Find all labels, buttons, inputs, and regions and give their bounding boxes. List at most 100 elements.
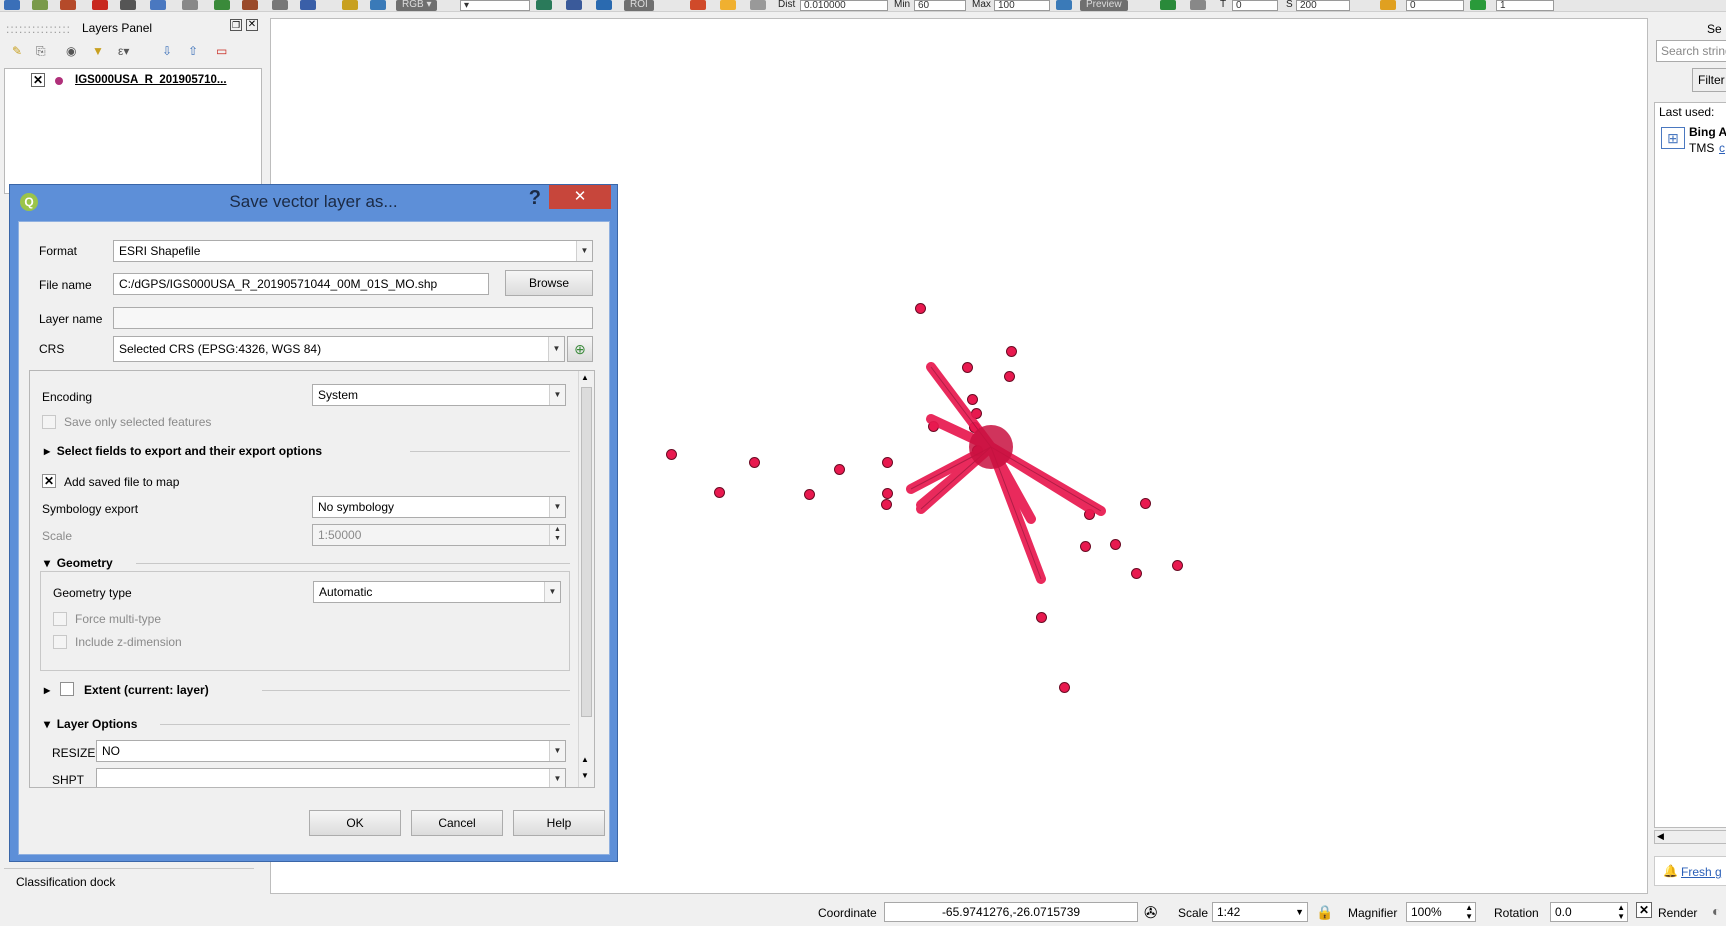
close-icon[interactable]: ✕: [246, 19, 258, 31]
add-saved-checkbox[interactable]: ✕: [42, 474, 56, 488]
search-input[interactable]: Search string: [1656, 40, 1726, 62]
chevron-down-icon[interactable]: ▼: [549, 741, 565, 761]
visibility-icon[interactable]: ◉: [66, 44, 76, 58]
scroll-thumb[interactable]: [581, 387, 592, 717]
chevron-down-icon[interactable]: ▼: [549, 385, 565, 405]
layer-options-section[interactable]: ▾ Layer Options: [44, 717, 137, 731]
extent-checkbox[interactable]: [60, 682, 74, 696]
crs-combo[interactable]: Selected CRS (EPSG:4326, WGS 84) ▼: [113, 336, 565, 362]
close-button[interactable]: ✕: [549, 185, 611, 209]
format-combo[interactable]: ESRI Shapefile ▼: [113, 240, 593, 262]
shpt-combo[interactable]: ▼: [96, 768, 566, 787]
options-scroll-area[interactable]: Encoding System ▼ Save only selected feat…: [29, 370, 595, 788]
filename-input[interactable]: C:/dGPS/IGS000USA_R_20190571044_00M_01S_…: [113, 273, 489, 295]
signature-icon[interactable]: [536, 0, 552, 10]
tab-classification-dock[interactable]: Classification dock: [16, 875, 115, 889]
cancel-button[interactable]: Cancel: [411, 810, 503, 836]
crs-select-button[interactable]: ⊕: [567, 336, 593, 362]
ok-button[interactable]: OK: [309, 810, 401, 836]
magnifier-field[interactable]: 100% ▲ ▼: [1406, 902, 1476, 922]
field2-input[interactable]: 1: [1496, 0, 1554, 11]
scroll-left-icon[interactable]: ◀: [1657, 831, 1664, 842]
layer-icon[interactable]: [4, 0, 20, 10]
expression-icon[interactable]: ε▾: [118, 44, 129, 58]
force-multi-checkbox[interactable]: [53, 612, 67, 626]
chevron-down-icon[interactable]: ▼: [544, 582, 560, 602]
classify-icon[interactable]: [1160, 0, 1176, 10]
dist-input[interactable]: 0.010000: [800, 0, 888, 11]
vertical-scrollbar[interactable]: ▲ ▲ ▼: [578, 371, 594, 787]
messages-icon[interactable]: ◐: [1712, 903, 1720, 919]
rotation-field[interactable]: 0.0 ▲ ▼: [1550, 902, 1628, 922]
symbology-combo[interactable]: No symbology ▼: [312, 496, 566, 518]
scale-input[interactable]: 1:50000 ▲ ▼: [312, 524, 566, 546]
help-button[interactable]: Help: [513, 810, 605, 836]
layer-visibility-checkbox[interactable]: ✕: [31, 73, 45, 87]
s-input[interactable]: 200: [1296, 0, 1350, 11]
geometry-section[interactable]: ▾ Geometry: [44, 556, 113, 570]
mouse-icon[interactable]: ✇: [1144, 903, 1157, 923]
list-icon[interactable]: [272, 0, 288, 10]
zoom-icon[interactable]: [370, 0, 386, 10]
scroll-down-icon[interactable]: ▼: [581, 771, 589, 780]
table-export-icon[interactable]: [1380, 0, 1396, 10]
rgb-button[interactable]: RGB ▾: [396, 0, 438, 11]
scroll-up-icon-2[interactable]: ▲: [581, 755, 589, 764]
collapse-icon[interactable]: ⇧: [188, 44, 198, 58]
remove-layer-icon[interactable]: ▭: [216, 44, 227, 58]
add-icon[interactable]: [720, 0, 736, 10]
filter-icon[interactable]: ▼: [92, 44, 104, 58]
geometry-type-combo[interactable]: Automatic ▼: [313, 581, 561, 603]
include-z-checkbox[interactable]: [53, 635, 67, 649]
save-selected-checkbox[interactable]: [42, 415, 56, 429]
band-combo[interactable]: ▾: [460, 0, 530, 11]
rotation-spinner-icon[interactable]: ▲ ▼: [1617, 903, 1625, 921]
chevron-down-icon[interactable]: ▼: [1295, 903, 1304, 921]
field1-input[interactable]: 0: [1406, 0, 1464, 11]
vector-icon[interactable]: [60, 0, 76, 10]
render-checkbox[interactable]: ✕: [1636, 902, 1652, 918]
globe-icon[interactable]: [300, 0, 316, 10]
lock-icon[interactable]: 🔒: [1316, 904, 1333, 921]
roi-draw-icon[interactable]: [690, 0, 706, 10]
resize-combo[interactable]: NO ▼: [96, 740, 566, 762]
max-input[interactable]: 100: [994, 0, 1050, 11]
float-icon[interactable]: ❐: [230, 19, 242, 31]
raster-icon[interactable]: [32, 0, 48, 10]
roi-button[interactable]: ROI: [624, 0, 654, 11]
preview-button[interactable]: Preview: [1080, 0, 1128, 11]
fresh-link[interactable]: Fresh g: [1681, 865, 1722, 879]
add-group-icon[interactable]: ⎘: [36, 44, 46, 59]
scale-combo[interactable]: 1:42 ▼: [1212, 902, 1308, 922]
chevron-down-icon[interactable]: ▼: [548, 337, 564, 361]
spinner-icon[interactable]: ▲ ▼: [549, 525, 565, 545]
browse-button[interactable]: Browse: [505, 270, 593, 296]
t-input[interactable]: 0: [1232, 0, 1278, 11]
item-link[interactable]: c: [1719, 141, 1725, 155]
chevron-down-icon[interactable]: ▼: [549, 769, 565, 787]
select-fields-toggle[interactable]: ▸ Select fields to export and their expo…: [44, 444, 322, 458]
grid-icon[interactable]: [182, 0, 198, 10]
search-icon[interactable]: [596, 0, 612, 10]
reload-icon[interactable]: [1190, 0, 1206, 10]
chevron-down-icon[interactable]: ▼: [549, 497, 565, 517]
table-icon[interactable]: [120, 0, 136, 10]
refresh-icon[interactable]: [750, 0, 766, 10]
scroll-up-icon[interactable]: ▲: [581, 373, 589, 382]
expand-icon[interactable]: ⇩: [162, 44, 172, 58]
horizontal-scrollbar[interactable]: ◀: [1654, 830, 1726, 844]
delete-icon[interactable]: [92, 0, 108, 10]
coordinate-field[interactable]: -65.9741276,-26.0715739: [884, 902, 1138, 922]
pointer-icon[interactable]: [566, 0, 582, 10]
min-input[interactable]: 60: [914, 0, 966, 11]
zoom-preview-icon[interactable]: [1056, 0, 1072, 10]
spinner-icon[interactable]: ▲ ▼: [1465, 903, 1473, 921]
item-title[interactable]: Bing A: [1689, 125, 1726, 139]
layer-name[interactable]: IGS000USA_R_201905710...: [75, 74, 227, 86]
plugin-icon[interactable]: [342, 0, 358, 10]
help-icon[interactable]: ?: [529, 187, 541, 210]
chevron-down-icon[interactable]: ▼: [576, 241, 592, 261]
style-icon[interactable]: ✎: [12, 44, 22, 58]
encoding-combo[interactable]: System ▼: [312, 384, 566, 406]
filter-button[interactable]: Filter: [1692, 68, 1726, 92]
